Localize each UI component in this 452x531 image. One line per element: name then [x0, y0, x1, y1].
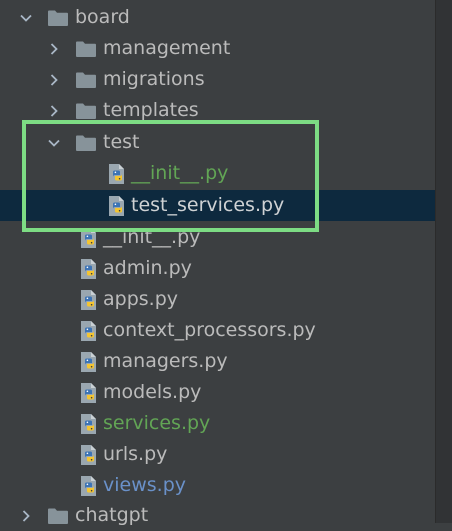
- tree-node-label: management: [103, 37, 231, 59]
- tree-node-admin[interactable]: admin.py: [0, 253, 436, 284]
- chevron-down-icon[interactable]: [17, 9, 35, 27]
- tree-node-migrations[interactable]: migrations: [0, 64, 436, 95]
- tree-node-label: models.py: [103, 381, 202, 403]
- tree-node-label: managers.py: [103, 350, 228, 372]
- folder-icon: [75, 71, 97, 89]
- tree-node-urls[interactable]: urls.py: [0, 439, 436, 470]
- tree-node-apps[interactable]: apps.py: [0, 284, 436, 315]
- python-file-icon: [79, 227, 99, 249]
- tree-node-label: views.py: [103, 474, 186, 496]
- tree-node-label: test: [103, 131, 140, 153]
- tree-node-label: apps.py: [103, 288, 179, 310]
- tree-node-chatgpt[interactable]: chatgpt: [0, 500, 436, 531]
- tree-node-label: __init__.py: [103, 226, 201, 248]
- python-file-icon: [107, 163, 127, 185]
- tree-node-test-init[interactable]: __init__.py: [0, 158, 436, 189]
- python-file-icon: [79, 475, 99, 497]
- python-file-icon: [107, 195, 127, 217]
- folder-icon: [47, 507, 69, 525]
- tree-node-label: chatgpt: [75, 504, 149, 526]
- tree-node-label: test_services.py: [131, 194, 285, 216]
- python-file-icon: [79, 258, 99, 280]
- tree-node-test-services[interactable]: test_services.py: [0, 190, 436, 221]
- tree-node-label: board: [75, 6, 130, 28]
- tree-node-label: templates: [103, 99, 199, 121]
- tree-node-init[interactable]: __init__.py: [0, 222, 436, 253]
- tree-node-templates[interactable]: templates: [0, 95, 436, 126]
- chevron-right-icon[interactable]: [45, 102, 63, 120]
- scrollbar-track[interactable]: [435, 0, 452, 523]
- tree-node-board[interactable]: board: [0, 2, 436, 33]
- folder-icon: [47, 9, 69, 27]
- tree-node-label: services.py: [103, 412, 211, 434]
- folder-icon: [75, 134, 97, 152]
- tree-node-label: __init__.py: [131, 162, 229, 184]
- tree-node-views[interactable]: views.py: [0, 470, 436, 501]
- chevron-right-icon[interactable]: [45, 71, 63, 89]
- tree-node-label: context_processors.py: [103, 319, 316, 341]
- folder-icon: [75, 102, 97, 120]
- tree-node-services[interactable]: services.py: [0, 408, 436, 439]
- chevron-right-icon[interactable]: [45, 40, 63, 58]
- python-file-icon: [79, 289, 99, 311]
- tree-node-managers[interactable]: managers.py: [0, 346, 436, 377]
- python-file-icon: [79, 382, 99, 404]
- tree-node-test[interactable]: test: [0, 127, 436, 158]
- python-file-icon: [79, 413, 99, 435]
- tree-node-management[interactable]: management: [0, 33, 436, 64]
- project-tree: board management migrations templates te…: [0, 0, 436, 526]
- tree-node-context-processors[interactable]: context_processors.py: [0, 315, 436, 346]
- python-file-icon: [79, 444, 99, 466]
- chevron-down-icon[interactable]: [45, 134, 63, 152]
- tree-node-label: migrations: [103, 68, 205, 90]
- folder-icon: [75, 40, 97, 58]
- tree-node-models[interactable]: models.py: [0, 377, 436, 408]
- tree-node-label: urls.py: [103, 443, 168, 465]
- tree-node-label: admin.py: [103, 257, 192, 279]
- python-file-icon: [79, 351, 99, 373]
- chevron-right-icon[interactable]: [17, 507, 35, 525]
- python-file-icon: [79, 320, 99, 342]
